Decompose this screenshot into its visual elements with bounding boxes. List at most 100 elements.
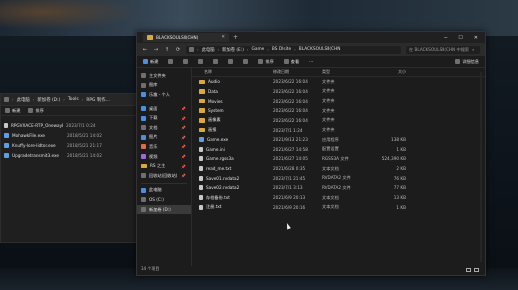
- table-row[interactable]: Game.exe 2021/9/13 21:23 应用程序 138 KB: [192, 135, 485, 145]
- nav-item-drive-d[interactable]: 新加卷 (D:): [137, 204, 191, 215]
- back-crumb-1[interactable]: 新加卷 (D:): [37, 97, 60, 103]
- nav-item-onedrive[interactable]: 乐趣 - 个人: [137, 90, 191, 100]
- cut-button[interactable]: [168, 59, 174, 64]
- back-crumb-3[interactable]: RPG 制作…: [86, 97, 110, 103]
- view-icon: [283, 59, 289, 64]
- table-row[interactable]: Game.ini 2021/6/27 14:58 配置设置 1 KB: [192, 144, 485, 154]
- table-row[interactable]: 注册.txt 2021/6/9 20:16 文本文档 1 KB: [192, 202, 485, 212]
- crumb-0[interactable]: 此电脑: [202, 47, 215, 53]
- column-type[interactable]: 类型: [322, 69, 366, 75]
- new-button[interactable]: 新建: [143, 59, 158, 65]
- table-row[interactable]: read_me.txt 2021/6/28 0:35 文本文档 2 KB: [192, 164, 485, 174]
- table-row[interactable]: Game.rgss3a 2021/6/27 14:05 RGSS3A 文件 524,3…: [192, 154, 485, 164]
- pin-icon: 📌: [181, 134, 186, 140]
- paste-button[interactable]: [198, 59, 204, 64]
- back-new-button[interactable]: 新建: [5, 108, 20, 114]
- nav-item-gallery[interactable]: 图库: [137, 81, 191, 91]
- column-date[interactable]: 修改日期: [273, 69, 322, 75]
- file-name: Game.exe: [207, 137, 229, 143]
- close-icon[interactable]: ✕: [474, 35, 478, 41]
- table-row[interactable]: Movies 2023/6/22 16:04 文件夹: [192, 96, 485, 106]
- search-input[interactable]: 在 BLACKSOULSⅡ(CHN 中搜索 ⌕: [406, 45, 480, 54]
- table-row[interactable]: 画像素 2023/6/22 16:04 文件夹: [192, 116, 485, 126]
- scrollbar[interactable]: [480, 72, 482, 262]
- table-row[interactable]: 画报 2023/7/1 1:24 文件夹: [192, 125, 485, 135]
- copy-button[interactable]: [183, 59, 189, 64]
- crumb-1[interactable]: 新加卷 (E:): [222, 47, 244, 53]
- delete-button[interactable]: [243, 59, 249, 64]
- details-label: 详细信息: [462, 58, 479, 64]
- back-crumb-0[interactable]: 此电脑: [17, 97, 30, 103]
- file-size: 13 KB: [393, 195, 406, 200]
- file-type: 文件夹: [322, 98, 335, 104]
- nav-label: 文档: [149, 124, 158, 130]
- back-explorer-window[interactable]: › 此电脑 › 新加卷 (D:) › Tools › RPG 制作… 新建 排序…: [0, 93, 142, 243]
- file-date: 2018/5/21 14:02: [67, 152, 102, 158]
- nav-item-rs[interactable]: RS 之主 📌: [137, 161, 191, 171]
- list-item[interactable]: RPGVXACE-RTP_OnewayEx.Co 2023/7/1 0:24: [4, 120, 138, 130]
- file-date: 2021/9/13 21:23: [273, 137, 308, 143]
- crumb-2[interactable]: Game: [252, 47, 265, 52]
- crumb-4[interactable]: BLACKSOULSⅡ(CHN: [299, 47, 341, 52]
- file-date: 2021/6/28 0:35: [273, 166, 306, 172]
- file-date: 2021/6/9 20:13: [273, 195, 306, 200]
- minimize-icon[interactable]: ─: [444, 35, 447, 41]
- new-tab-button[interactable]: +: [233, 34, 238, 41]
- sort-button[interactable]: 排序: [258, 59, 274, 65]
- folder-icon: [141, 163, 147, 169]
- refresh-icon[interactable]: ⟳: [175, 47, 181, 53]
- file-type: 应用程序: [322, 136, 339, 142]
- file-date: 2023/7/1 1:24: [273, 127, 303, 133]
- address-bar[interactable]: › 此电脑 › 新加卷 (E:) › Game › BS Dlsite › BL…: [186, 45, 401, 54]
- nav-item-downloads[interactable]: 下载 📌: [137, 113, 191, 123]
- maximize-icon[interactable]: ☐: [458, 35, 462, 41]
- nav-item-this-pc[interactable]: 此电脑: [137, 186, 191, 196]
- nav-item-desktop[interactable]: 桌面 📌: [137, 104, 191, 114]
- share-button[interactable]: [228, 59, 234, 64]
- back-arrow-icon[interactable]: ←: [142, 47, 148, 53]
- file-type: RVDATA2 文件: [322, 175, 351, 181]
- list-item[interactable]: Knuffy-lore-lidtor.exe 2018/5/21 21:17: [4, 140, 138, 150]
- home-icon: [141, 73, 146, 79]
- nav-item-drive-c[interactable]: OS (C:): [137, 195, 191, 205]
- more-button[interactable]: ···: [309, 59, 313, 64]
- list-item[interactable]: MohawkFile.exe 2018/5/21 14:02: [4, 130, 138, 140]
- tab-blacksouls[interactable]: BLACKSOULSⅡ(CHN) ✕: [143, 33, 229, 42]
- nav-item-home[interactable]: 主文件夹: [137, 71, 191, 81]
- close-tab-icon[interactable]: ✕: [221, 35, 225, 40]
- file-name: Game.rgss3a: [206, 156, 234, 162]
- file-size: 76 KB: [393, 175, 406, 181]
- up-arrow-icon[interactable]: ↑: [164, 47, 170, 53]
- nav-item-music[interactable]: 音乐 📌: [137, 142, 191, 152]
- rename-button[interactable]: [213, 59, 219, 64]
- back-sort-button[interactable]: 排序: [28, 108, 44, 114]
- nav-item-recycle-bin[interactable]: 回收站(回收站) 📌: [137, 171, 191, 181]
- details-button[interactable]: 详细信息: [455, 59, 479, 65]
- nav-item-videos[interactable]: 视频 📌: [137, 152, 191, 162]
- view-button[interactable]: 查看: [283, 59, 299, 65]
- sort-icon: [28, 108, 34, 113]
- file-date: 2023/7/1 21:45: [273, 175, 306, 181]
- crumb-3[interactable]: BS Dlsite: [272, 47, 291, 52]
- table-row[interactable]: Data 2023/6/22 16:04 文件夹: [192, 87, 485, 97]
- forward-arrow-icon[interactable]: →: [153, 47, 159, 53]
- table-row[interactable]: System 2023/6/22 16:04 文件夹: [192, 106, 485, 116]
- column-name[interactable]: 名称: [192, 69, 273, 75]
- nav-item-pictures[interactable]: 图片 📌: [137, 133, 191, 143]
- back-crumb-2[interactable]: Tools: [68, 97, 79, 102]
- tiles-view-icon[interactable]: [474, 268, 479, 272]
- details-view-icon[interactable]: [466, 268, 471, 272]
- folder-icon: [199, 118, 205, 123]
- chevron-right-icon: ›: [217, 47, 220, 52]
- table-row[interactable]: Save02.rvdata2 2023/7/1 3:13 RVDATA2 文件 77 …: [192, 183, 485, 193]
- nav-item-documents[interactable]: 文档 📌: [137, 123, 191, 133]
- list-item[interactable]: Upgradetransmit3.exe 2018/5/21 14:02: [4, 150, 138, 160]
- nav-label: 此电脑: [149, 187, 162, 193]
- main-explorer-window[interactable]: BLACKSOULSⅡ(CHN) ✕ + ─ ☐ ✕ ← → ↑ ⟳ › 此电脑…: [136, 31, 486, 276]
- table-row[interactable]: 存档备份.txt 2021/6/9 20:13 文本文档 13 KB: [192, 193, 485, 203]
- table-row[interactable]: Save01.rvdata2 2023/7/1 21:45 RVDATA2 文件 76…: [192, 173, 485, 183]
- column-size[interactable]: 大小: [366, 69, 406, 75]
- paste-icon: [198, 59, 204, 64]
- table-row[interactable]: Audio 2023/6/22 16:04 文件夹: [192, 77, 485, 87]
- pin-icon: 📌: [181, 144, 186, 150]
